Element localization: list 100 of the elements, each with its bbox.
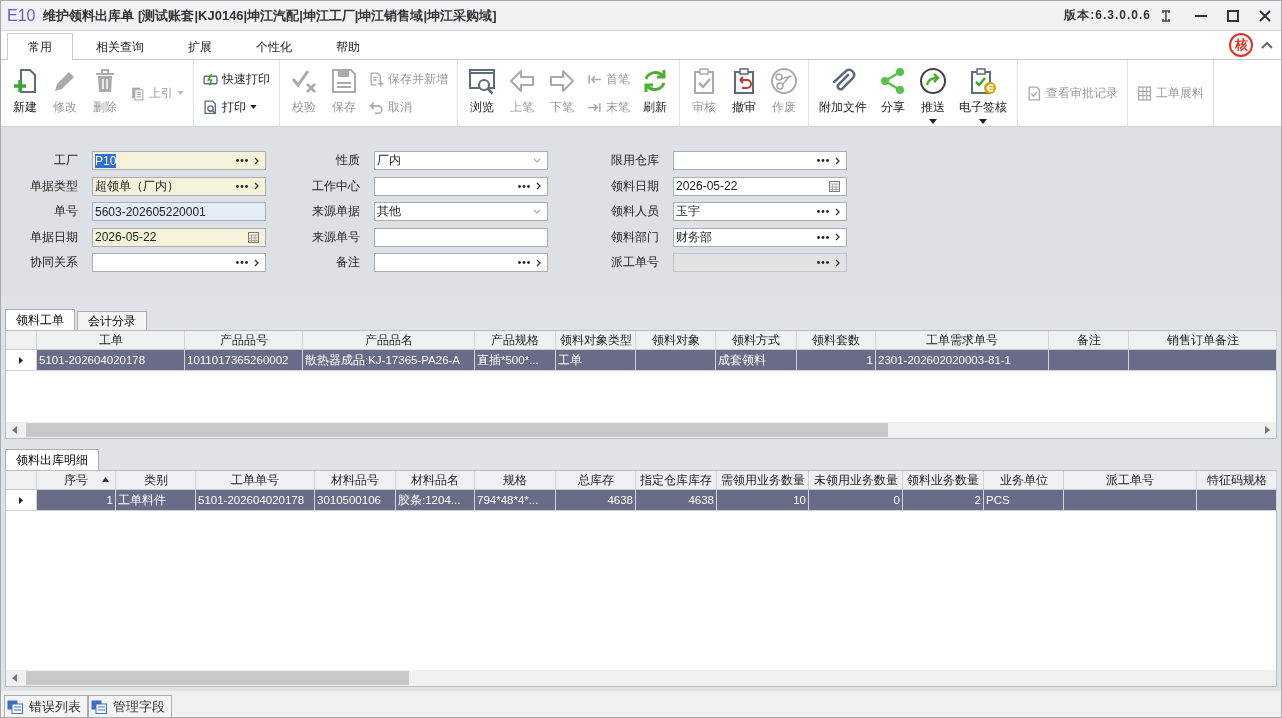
field-label: 协同关系 bbox=[29, 254, 79, 272]
caret-icon bbox=[929, 119, 937, 124]
chevron-right-icon[interactable] bbox=[254, 156, 259, 165]
chevron-right-icon[interactable] bbox=[835, 156, 840, 165]
scroll-left-icon[interactable] bbox=[12, 426, 18, 434]
column-header[interactable]: 工单需求单号 bbox=[876, 331, 1049, 349]
minimize-icon bbox=[1195, 14, 1207, 17]
ribbon-tab[interactable]: 常用 bbox=[7, 33, 73, 60]
horizontal-scrollbar[interactable] bbox=[6, 670, 1276, 686]
close-icon bbox=[1259, 9, 1271, 22]
more-icon[interactable] bbox=[518, 184, 530, 188]
date-field[interactable]: 2026-05-22 bbox=[92, 227, 266, 247]
scroll-right-icon[interactable] bbox=[1264, 426, 1270, 434]
toolbar-button[interactable]: 新建 bbox=[5, 61, 45, 125]
more-icon[interactable] bbox=[518, 261, 530, 265]
input-field[interactable]: 5603-202605220001 bbox=[92, 202, 266, 222]
column-header[interactable]: 产品品名 bbox=[303, 331, 475, 349]
lookup-field[interactable]: 玉宇 bbox=[673, 202, 847, 222]
column-header[interactable]: 领料业务数量 bbox=[903, 471, 984, 489]
tab[interactable]: 领料出库明细 bbox=[5, 449, 99, 470]
more-icon[interactable] bbox=[236, 261, 248, 265]
table-cell: 794*48*4*... bbox=[475, 490, 556, 510]
table-row[interactable]: 1 工单料件 5101-202604020178 3010500106 胶条:1204... 794*48*4*... 4638 4638 10 0 2 PCS bbox=[6, 490, 1276, 511]
dropdown-field[interactable]: 厂内 bbox=[374, 151, 548, 171]
chevron-right-icon[interactable] bbox=[835, 233, 840, 242]
lookup-field[interactable]: P10 bbox=[92, 151, 266, 171]
table-cell: 直插*500*... bbox=[475, 350, 556, 370]
column-header[interactable]: 序号 bbox=[37, 471, 116, 489]
table-cell: 5101-202604020178 bbox=[37, 350, 185, 370]
column-header[interactable]: 派工单号 bbox=[1064, 471, 1197, 489]
maximize-icon bbox=[1227, 9, 1239, 22]
chevron-right-icon[interactable] bbox=[835, 207, 840, 216]
tab[interactable]: 会计分录 bbox=[77, 311, 147, 330]
column-header[interactable]: 销售订单备注 bbox=[1129, 331, 1277, 349]
column-header[interactable]: 业务单位 bbox=[984, 471, 1064, 489]
more-icon[interactable] bbox=[236, 184, 248, 188]
toolbar-button[interactable]: 打印 bbox=[198, 95, 275, 119]
table-cell: 4638 bbox=[636, 490, 717, 510]
ribbon-tab[interactable]: 相关查询 bbox=[75, 34, 165, 60]
more-icon[interactable] bbox=[236, 159, 248, 163]
calendar-icon[interactable] bbox=[829, 180, 840, 192]
column-header[interactable]: 总库存 bbox=[556, 471, 636, 489]
column-header[interactable]: 工单单号 bbox=[196, 471, 315, 489]
chevron-right-icon[interactable] bbox=[536, 182, 541, 191]
toolbar-button[interactable]: 电子签核 bbox=[953, 61, 1013, 125]
dropdown-field[interactable]: 其他 bbox=[374, 202, 548, 222]
column-header[interactable]: 特征码规格 bbox=[1197, 471, 1277, 489]
tab[interactable]: 领料工单 bbox=[5, 309, 75, 330]
field-label: 工厂 bbox=[53, 152, 79, 170]
ribbon-tab[interactable]: 扩展 bbox=[167, 34, 233, 60]
lookup-field[interactable]: 超领单（厂内） bbox=[92, 176, 266, 196]
column-header[interactable]: 领料套数 bbox=[797, 331, 876, 349]
toolbar-button[interactable]: 推送 bbox=[913, 61, 953, 125]
table-row[interactable]: 5101-202604020178 1011017365260002 散热器成品:KJ-17365-PA26-A 直插*500*... 工单 成套领料 1 2301-202602020003-81-1 bbox=[6, 350, 1276, 371]
calendar-icon[interactable] bbox=[248, 231, 259, 243]
chevron-right-icon[interactable] bbox=[254, 182, 259, 191]
column-header[interactable]: 备注 bbox=[1049, 331, 1129, 349]
column-header[interactable]: 需领用业务数量 bbox=[717, 471, 809, 489]
column-header[interactable]: 领料对象类型 bbox=[556, 331, 636, 349]
column-header[interactable]: 材料品名 bbox=[396, 471, 475, 489]
lookup-field[interactable]: 财务部 bbox=[673, 227, 847, 247]
column-header[interactable]: 材料品号 bbox=[315, 471, 396, 489]
more-icon[interactable] bbox=[817, 210, 829, 214]
print-preview-icon bbox=[203, 99, 218, 115]
caret-icon bbox=[250, 105, 257, 109]
table-cell: 10 bbox=[717, 490, 809, 510]
toolbar-button[interactable]: 分享 bbox=[873, 61, 913, 125]
lookup-field[interactable] bbox=[374, 176, 548, 196]
toolbar-button[interactable]: 浏览 bbox=[462, 61, 502, 125]
date-field[interactable]: 2026-05-22 bbox=[673, 176, 847, 196]
column-header[interactable]: 工单 bbox=[37, 331, 185, 349]
horizontal-scrollbar[interactable] bbox=[6, 422, 1276, 438]
document-plus-icon bbox=[369, 71, 384, 87]
chevron-right-icon[interactable] bbox=[536, 258, 541, 267]
toolbar-button[interactable]: 撤审 bbox=[724, 61, 764, 125]
more-icon[interactable] bbox=[817, 159, 829, 163]
lookup-field[interactable] bbox=[92, 253, 266, 273]
column-header[interactable]: 产品品号 bbox=[185, 331, 303, 349]
ribbon-tab[interactable]: 个性化 bbox=[235, 34, 313, 60]
input-field[interactable] bbox=[374, 227, 548, 247]
toolbar-button[interactable]: 快速打印 bbox=[198, 67, 275, 91]
column-header[interactable]: 未领用业务数量 bbox=[809, 471, 903, 489]
scroll-left-icon[interactable] bbox=[12, 674, 18, 682]
column-header[interactable]: 类别 bbox=[116, 471, 196, 489]
bottom-tab[interactable]: 管理字段 bbox=[88, 695, 172, 717]
column-header[interactable]: 产品规格 bbox=[475, 331, 556, 349]
column-header[interactable]: 规格 bbox=[475, 471, 556, 489]
toolbar-button[interactable]: 刷新 bbox=[635, 61, 675, 125]
more-icon[interactable] bbox=[817, 235, 829, 239]
toolbar-button[interactable]: 附加文件 bbox=[813, 61, 873, 125]
ribbon-tab[interactable]: 帮助 bbox=[315, 34, 381, 60]
lookup-field[interactable] bbox=[673, 151, 847, 171]
lookup-field[interactable] bbox=[374, 253, 548, 273]
column-header[interactable]: 领料对象 bbox=[636, 331, 716, 349]
bottom-tab[interactable]: 错误列表 bbox=[4, 695, 88, 717]
column-header[interactable]: 领料方式 bbox=[716, 331, 797, 349]
version-label: 版本:6.3.0.0.6 bbox=[1064, 7, 1151, 24]
chevron-up-icon[interactable] bbox=[1261, 41, 1273, 49]
chevron-right-icon[interactable] bbox=[254, 258, 259, 267]
column-header[interactable]: 指定仓库库存 bbox=[636, 471, 717, 489]
